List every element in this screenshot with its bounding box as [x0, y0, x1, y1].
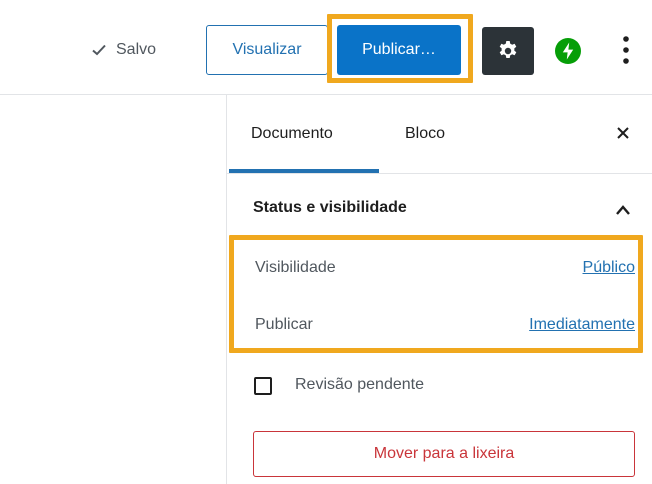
gear-icon [499, 41, 517, 58]
tab-document[interactable]: Documento [229, 95, 379, 173]
publish-button[interactable]: Publicar… [337, 25, 461, 75]
visibility-link[interactable]: Público [583, 259, 635, 277]
close-sidebar-button[interactable] [611, 121, 635, 145]
visibility-label: Visibilidade [255, 259, 336, 276]
check-icon [92, 44, 106, 56]
close-icon [617, 127, 629, 139]
chevron-up-icon [616, 205, 630, 215]
jetpack-bolt-icon [555, 38, 581, 64]
move-to-trash-button[interactable]: Mover para a lixeira [253, 431, 635, 477]
preview-button[interactable]: Visualizar [206, 25, 328, 75]
panel-toggle-button[interactable] [611, 200, 635, 220]
pending-review-label[interactable]: Revisão pendente [295, 376, 424, 394]
saved-label: Salvo [116, 41, 157, 58]
vertical-ellipsis-icon [623, 36, 629, 64]
panel-title[interactable]: Status e visibilidade [253, 199, 407, 217]
pending-review-checkbox[interactable] [254, 377, 272, 395]
publish-time-link[interactable]: Imediatamente [529, 316, 635, 334]
jetpack-button[interactable] [555, 38, 581, 64]
settings-sidebar: Documento Bloco Status e visibilidade Vi… [226, 95, 652, 484]
more-options-button[interactable] [616, 34, 636, 66]
saved-status: Salvo [90, 38, 156, 62]
visibility-publish-highlight [229, 235, 643, 353]
publish-time-label: Publicar [255, 316, 313, 333]
settings-button[interactable] [482, 27, 534, 75]
tab-block[interactable]: Bloco [405, 95, 485, 173]
editor-header: Salvo Visualizar Publicar… [0, 0, 652, 95]
sidebar-tabs: Documento Bloco [227, 95, 652, 174]
